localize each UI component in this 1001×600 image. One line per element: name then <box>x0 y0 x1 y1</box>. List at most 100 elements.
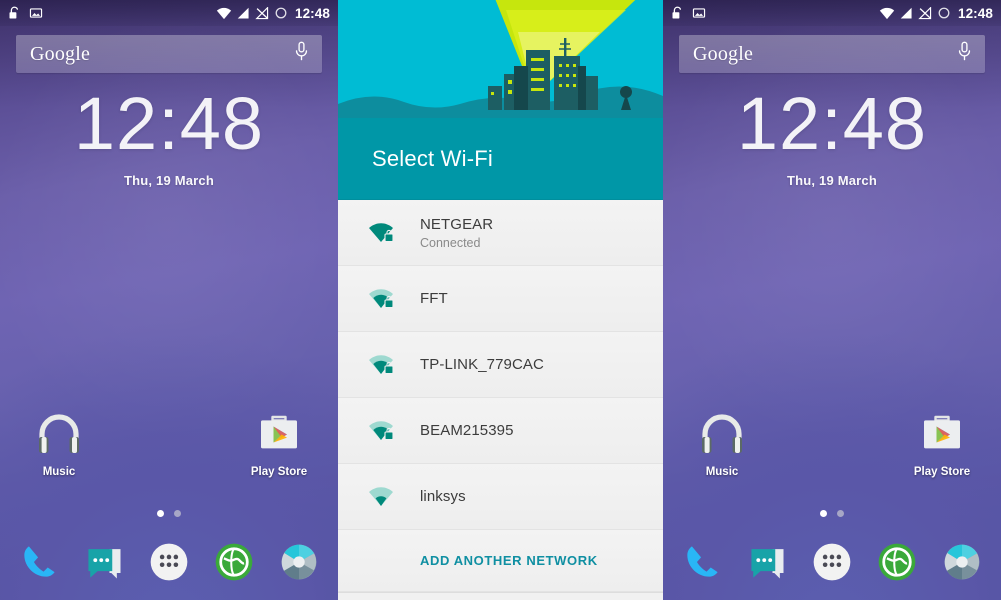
wifi-network-text: TP-LINK_779CAC <box>420 356 544 373</box>
dock-browser[interactable] <box>871 536 923 588</box>
app-music[interactable]: Music <box>16 408 102 478</box>
app-drawer-icon <box>813 543 851 581</box>
google-search-bar[interactable]: Google <box>16 35 322 73</box>
wifi-network-row[interactable]: TP-LINK_779CAC <box>338 332 663 398</box>
wifi-network-list: NETGEAR Connected FFT TP-LINK_779CAC BEA… <box>338 200 663 600</box>
wifi-network-text: BEAM215395 <box>420 422 514 439</box>
microphone-icon[interactable] <box>956 40 973 68</box>
status-bar-clock: 12:48 <box>294 5 330 21</box>
wifi-signal-icon <box>216 7 232 19</box>
status-bar: 12:48 <box>0 0 338 26</box>
app-label: Music <box>705 466 739 478</box>
dock-messaging[interactable] <box>741 536 793 588</box>
no-sim-icon <box>918 6 932 19</box>
battery-circle-icon <box>275 7 287 19</box>
dock-app-drawer[interactable] <box>806 536 858 588</box>
select-wifi-screen: Select Wi-Fi NETGEAR Connected FFT TP-LI… <box>338 0 663 600</box>
dock-camera[interactable] <box>273 536 325 588</box>
clock-time: 12:48 <box>73 82 265 165</box>
globe-browser-icon <box>878 543 916 581</box>
wifi-list-footer <box>338 592 663 593</box>
wifi-ssid: TP-LINK_779CAC <box>420 356 544 373</box>
app-music[interactable]: Music <box>679 408 765 478</box>
battery-circle-icon <box>938 7 950 19</box>
screenshot-image-icon <box>692 8 706 18</box>
wifi-network-text: linksys <box>420 488 466 505</box>
status-bar-right-icons: 12:48 <box>216 6 330 21</box>
app-play-store[interactable]: Play Store <box>236 408 322 478</box>
headphones-icon <box>702 414 742 453</box>
dock-browser[interactable] <box>208 536 260 588</box>
status-bar-right-icons: 12:48 <box>879 6 993 21</box>
status-bar-left-icons <box>7 6 43 21</box>
wifi-strength-secured-icon <box>368 288 420 310</box>
page-dot-active[interactable] <box>157 510 164 517</box>
dock-messaging[interactable] <box>78 536 130 588</box>
microphone-icon[interactable] <box>293 40 310 68</box>
unlocked-padlock-icon <box>9 6 19 18</box>
wifi-network-row[interactable]: NETGEAR Connected <box>338 200 663 266</box>
wifi-strength-secured-icon <box>368 354 420 376</box>
cellular-signal-icon <box>900 7 912 19</box>
clock-widget[interactable]: 12:48 Thu, 19 March <box>0 82 338 189</box>
camera-aperture-icon <box>944 544 980 580</box>
google-search-label: Google <box>693 42 754 65</box>
wifi-hero-illustration <box>338 0 663 118</box>
google-search-label: Google <box>30 42 91 65</box>
cellular-signal-icon <box>237 7 249 19</box>
wifi-ssid: NETGEAR <box>420 215 494 233</box>
clock-date: Thu, 19 March <box>786 173 877 188</box>
clock-widget[interactable]: 12:48 Thu, 19 March <box>663 82 1001 189</box>
wifi-network-text: FFT <box>420 290 448 307</box>
dock-camera[interactable] <box>936 536 988 588</box>
status-bar-left-icons <box>670 6 706 21</box>
page-dot[interactable] <box>837 510 844 517</box>
phone-icon <box>23 546 55 577</box>
page-indicator <box>663 510 1001 517</box>
unlocked-padlock-icon <box>672 6 682 18</box>
home-screen-left: 12:48 Google 12:48 Thu, 19 March Music P… <box>0 0 338 600</box>
wifi-network-text: NETGEAR Connected <box>420 216 493 250</box>
wifi-network-row[interactable]: FFT <box>338 266 663 332</box>
wifi-network-row[interactable]: BEAM215395 <box>338 398 663 464</box>
no-sim-icon <box>255 6 269 19</box>
headphones-icon <box>39 414 79 453</box>
wifi-strength-secured-icon <box>368 420 420 442</box>
clock-time: 12:48 <box>736 82 928 165</box>
wifi-title: Select Wi-Fi <box>372 145 493 171</box>
wifi-title-bar: Select Wi-Fi <box>338 118 663 200</box>
wifi-status: Connected <box>420 235 481 250</box>
wifi-network-row[interactable]: linksys <box>338 464 663 530</box>
page-dot[interactable] <box>174 510 181 517</box>
screenshot-image-icon <box>29 8 43 18</box>
dock-phone[interactable] <box>13 536 65 588</box>
app-play-store[interactable]: Play Store <box>899 408 985 478</box>
app-label: Play Store <box>913 466 971 478</box>
dock-app-drawer[interactable] <box>143 536 195 588</box>
globe-browser-icon <box>215 543 253 581</box>
dock <box>0 530 338 594</box>
wifi-ssid: linksys <box>420 488 466 505</box>
page-indicator <box>0 510 338 517</box>
message-bubble-icon <box>751 549 784 579</box>
app-label: Music <box>42 466 76 478</box>
message-bubble-icon <box>88 549 121 579</box>
home-app-icons: Music Play Store <box>0 408 338 478</box>
home-screen-right: 12:48 Google 12:48 Thu, 19 March Music P… <box>663 0 1001 600</box>
page-dot-active[interactable] <box>820 510 827 517</box>
home-app-icons: Music Play Store <box>663 408 1001 478</box>
google-search-bar[interactable]: Google <box>679 35 985 73</box>
wifi-strength-open-icon <box>368 486 420 508</box>
dock <box>663 530 1001 594</box>
phone-icon <box>686 546 718 577</box>
wifi-strength-secured-icon <box>368 222 420 244</box>
add-another-network-button[interactable]: ADD ANOTHER NETWORK <box>338 530 663 592</box>
dock-phone[interactable] <box>676 536 728 588</box>
app-label: Play Store <box>250 466 308 478</box>
status-bar: 12:48 <box>663 0 1001 26</box>
play-store-icon <box>924 415 960 449</box>
camera-aperture-icon <box>281 544 317 580</box>
android-screenshot-triptych: 12:48 Google 12:48 Thu, 19 March Music P… <box>0 0 1001 600</box>
city-skyline-wifi-broadcast-icon <box>338 0 663 118</box>
wifi-ssid: BEAM215395 <box>420 422 514 439</box>
